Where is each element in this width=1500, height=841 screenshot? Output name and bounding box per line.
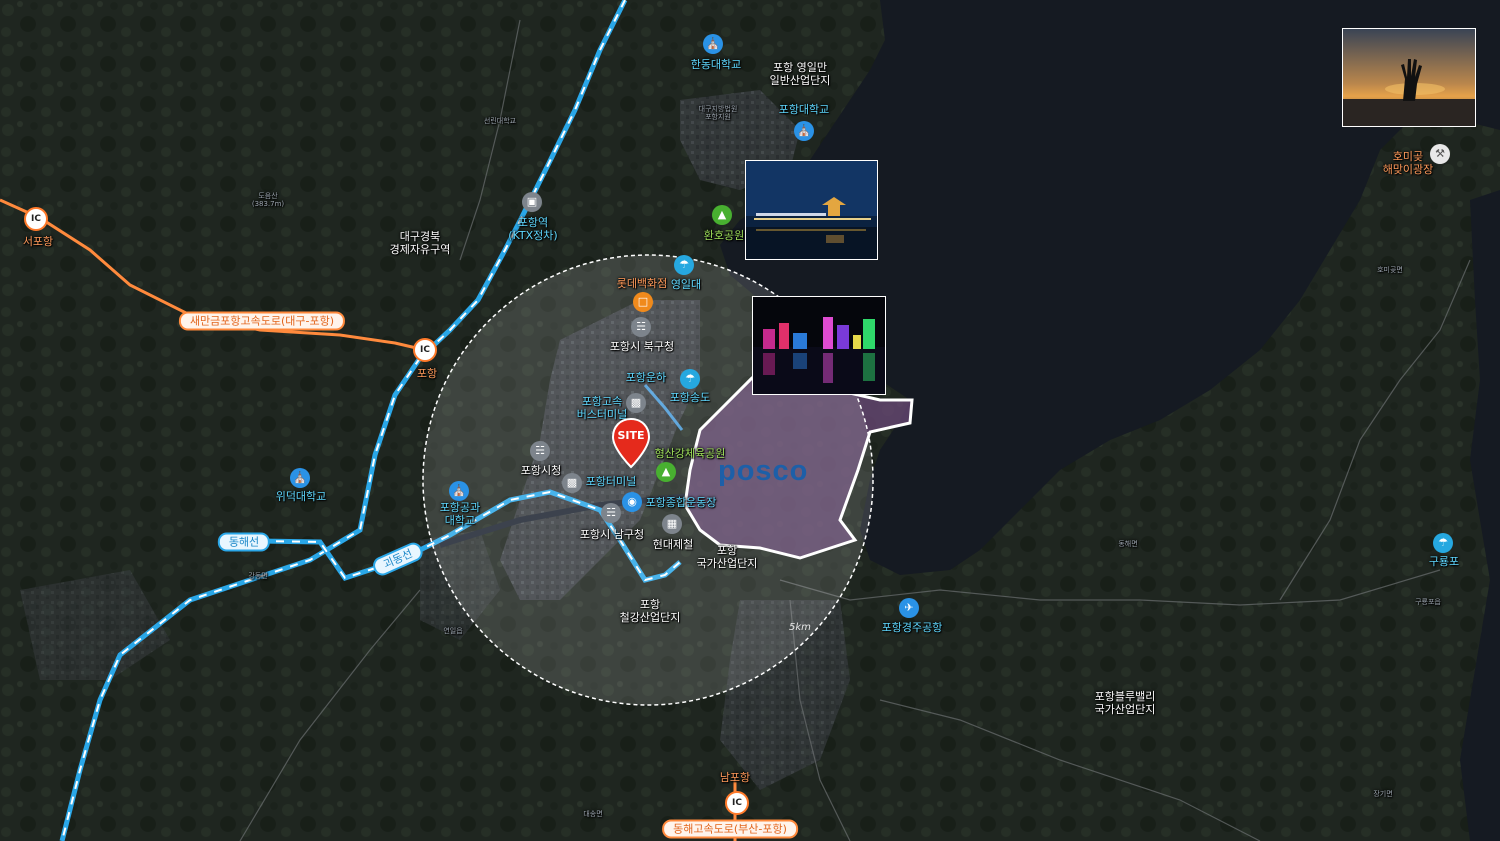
site-label: SITE — [617, 429, 645, 442]
posco-logo: posco — [718, 455, 809, 487]
tree-icon[interactable]: ▲ — [656, 462, 676, 482]
pohang-canal-label: 포항운하 — [625, 371, 667, 384]
homigot-sunrise-photo[interactable] — [1342, 28, 1476, 127]
yeongildae-pavilion-photo[interactable] — [745, 160, 878, 260]
posco-night-photo[interactable] — [752, 296, 886, 395]
university-icon[interactable]: ⛪ — [794, 121, 814, 141]
homigot-myeon-text: 호미곶면 — [1377, 266, 1403, 274]
ktx-station-label: 포항역 (KTX정차) — [508, 216, 558, 242]
university-icon[interactable]: ⛪ — [290, 468, 310, 488]
seopohang-label: 서포항 — [22, 235, 54, 248]
radius-label: 5km — [789, 622, 811, 633]
guryongpo-label: 구룡포 — [1428, 555, 1460, 568]
government-building-icon[interactable]: ☵ — [631, 317, 651, 337]
government-building-icon[interactable]: ☵ — [601, 503, 621, 523]
bus-icon[interactable]: ▩ — [626, 393, 646, 413]
hyundai-steel-label: 현대제철 — [652, 538, 694, 551]
shopping-bag-icon[interactable]: □ — [633, 292, 653, 312]
location-pin-icon — [611, 417, 651, 469]
daesong-myeon-text: 대송면 — [583, 810, 603, 818]
buk-gu-office-label: 포항시 북구청 — [609, 340, 675, 353]
saemangeum-expressway-label[interactable]: 새만금포항고속도로(대구-포항) — [178, 311, 346, 331]
university-icon[interactable]: ⛪ — [449, 481, 469, 501]
lotte-label: 롯데백화점 — [616, 277, 668, 290]
pohang-university-label: 포항대학교 — [778, 103, 830, 116]
site-pin[interactable]: SITE — [611, 417, 651, 469]
stadium-icon[interactable]: ◉ — [622, 492, 642, 512]
stadium-label: 포항종합운동장 — [645, 496, 717, 509]
handong-university-label: 한동대학교 — [690, 58, 742, 71]
seopohang-ic-icon[interactable]: IC — [24, 207, 48, 231]
court-text: 대구지방법원 포항지원 — [698, 105, 738, 121]
hwanho-park-label: 환호공원 — [703, 229, 745, 242]
beach-umbrella-icon[interactable]: ☂ — [674, 255, 694, 275]
pohang-songdo-label: 포항송도 — [669, 391, 711, 404]
national-industrial-complex-label: 포항 국가산업단지 — [696, 544, 758, 570]
gangdong-myeon-text: 강동면 — [248, 572, 268, 580]
yeongildae-label: 영일대 — [670, 278, 702, 291]
yeongil-industrial-label: 포항 영일만 일반산업단지 — [769, 61, 831, 87]
donghae-myeon-text: 동해면 — [1118, 540, 1138, 548]
guryongpo-eup-text: 구룡포읍 — [1415, 598, 1441, 606]
steel-industrial-complex-label: 포항 철강산업단지 — [619, 598, 681, 624]
college-text: 선린대학교 — [483, 117, 517, 125]
bluevalley-label: 포항블루밸리 국가산업단지 — [1094, 690, 1156, 716]
donghae-expressway-label[interactable]: 동해고속도로(부산-포항) — [662, 819, 798, 839]
pohang-terminal-label: 포항터미널 — [585, 475, 637, 488]
pohang-ic-label: 포항 — [416, 367, 438, 380]
pohang-ic-icon[interactable]: IC — [413, 338, 437, 362]
factory-icon[interactable]: ▦ — [662, 514, 682, 534]
daegu-free-zone-label: 대구경북 경제자유구역 — [389, 230, 451, 256]
homigot-label: 호미곶 해맞이광장 — [1382, 150, 1434, 176]
city-hall-label: 포항시청 — [520, 464, 562, 477]
beach-umbrella-icon[interactable]: ☂ — [680, 369, 700, 389]
mountain-text: 도음산 (383.7m) — [251, 192, 285, 208]
janggi-myeon-text: 장기면 — [1373, 790, 1393, 798]
train-station-icon[interactable]: ▣ — [522, 192, 542, 212]
fork-knife-icon[interactable]: ⚒ — [1430, 144, 1450, 164]
beach-umbrella-icon[interactable]: ☂ — [1433, 533, 1453, 553]
airplane-icon[interactable]: ✈ — [899, 598, 919, 618]
airport-label: 포항경주공항 — [881, 621, 943, 634]
map-canvas[interactable]: 대구지방법원 포항지원 선린대학교 도음산 (383.7m) 호미곶면 동해면 … — [0, 0, 1500, 841]
hyeongsan-park-label: 형산강체육공원 — [654, 447, 726, 460]
postech-label: 포항공과 대학교 — [439, 501, 481, 527]
government-building-icon[interactable]: ☵ — [530, 441, 550, 461]
nampohang-label: 남포항 — [719, 771, 751, 784]
night-pavilion-image — [746, 161, 877, 259]
wideok-university-label: 위덕대학교 — [275, 490, 327, 503]
satellite-basemap — [0, 0, 1500, 841]
nampohang-ic-icon[interactable]: IC — [725, 791, 749, 815]
donghae-line-label[interactable]: 동해선 — [217, 532, 271, 552]
bus-icon[interactable]: ▩ — [562, 473, 582, 493]
nam-gu-office-label: 포항시 남구청 — [579, 528, 645, 541]
yeonil-eup-text: 연일읍 — [443, 627, 463, 635]
university-icon[interactable]: ⛪ — [703, 34, 723, 54]
tree-icon[interactable]: ▲ — [712, 205, 732, 225]
sunrise-hand-sculpture-image — [1343, 29, 1475, 126]
night-industrial-image — [753, 297, 885, 394]
